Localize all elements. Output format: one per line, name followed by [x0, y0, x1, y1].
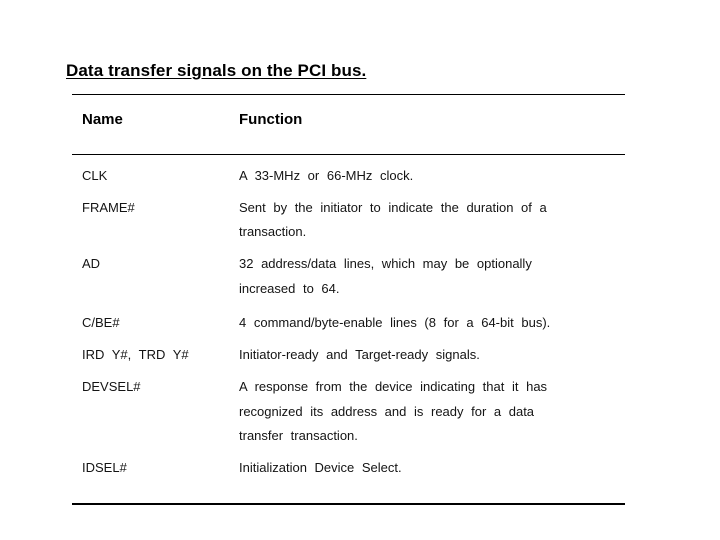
signal-name: C/BE#	[82, 315, 120, 330]
signal-function: Initialization Device Select.	[239, 460, 402, 475]
page-title: Data transfer signals on the PCI bus.	[66, 61, 367, 80]
column-header-name: Name	[82, 111, 123, 128]
signal-name: IRD Y#, TRD Y#	[82, 347, 189, 362]
signal-function: Sent by the initiator to indicate the du…	[239, 200, 547, 215]
table-top-rule	[72, 94, 625, 95]
signal-name: AD	[82, 256, 101, 271]
signal-function: 4 command/byte-enable lines (8 for a 64-…	[239, 315, 551, 330]
column-header-function: Function	[239, 111, 303, 128]
signal-name: CLK	[82, 168, 108, 183]
signal-function: A 33-MHz or 66-MHz clock.	[239, 168, 414, 183]
signal-name: IDSEL#	[82, 460, 127, 475]
signal-function: 32 address/data lines, which may be opti…	[239, 256, 532, 271]
signal-function: Initiator-ready and Target-ready signals…	[239, 347, 480, 362]
signal-function-continued: transaction.	[239, 224, 307, 239]
table-bottom-rule	[72, 503, 625, 505]
table-header-rule	[72, 154, 625, 155]
signal-function-continued: recognized its address and is ready for …	[239, 404, 535, 419]
signal-name: FRAME#	[82, 200, 135, 215]
signal-function: A response from the device indicating th…	[239, 379, 548, 394]
signal-function-continued: transfer transaction.	[239, 428, 358, 443]
signal-name: DEVSEL#	[82, 379, 141, 394]
signal-function-continued: increased to 64.	[239, 281, 340, 296]
